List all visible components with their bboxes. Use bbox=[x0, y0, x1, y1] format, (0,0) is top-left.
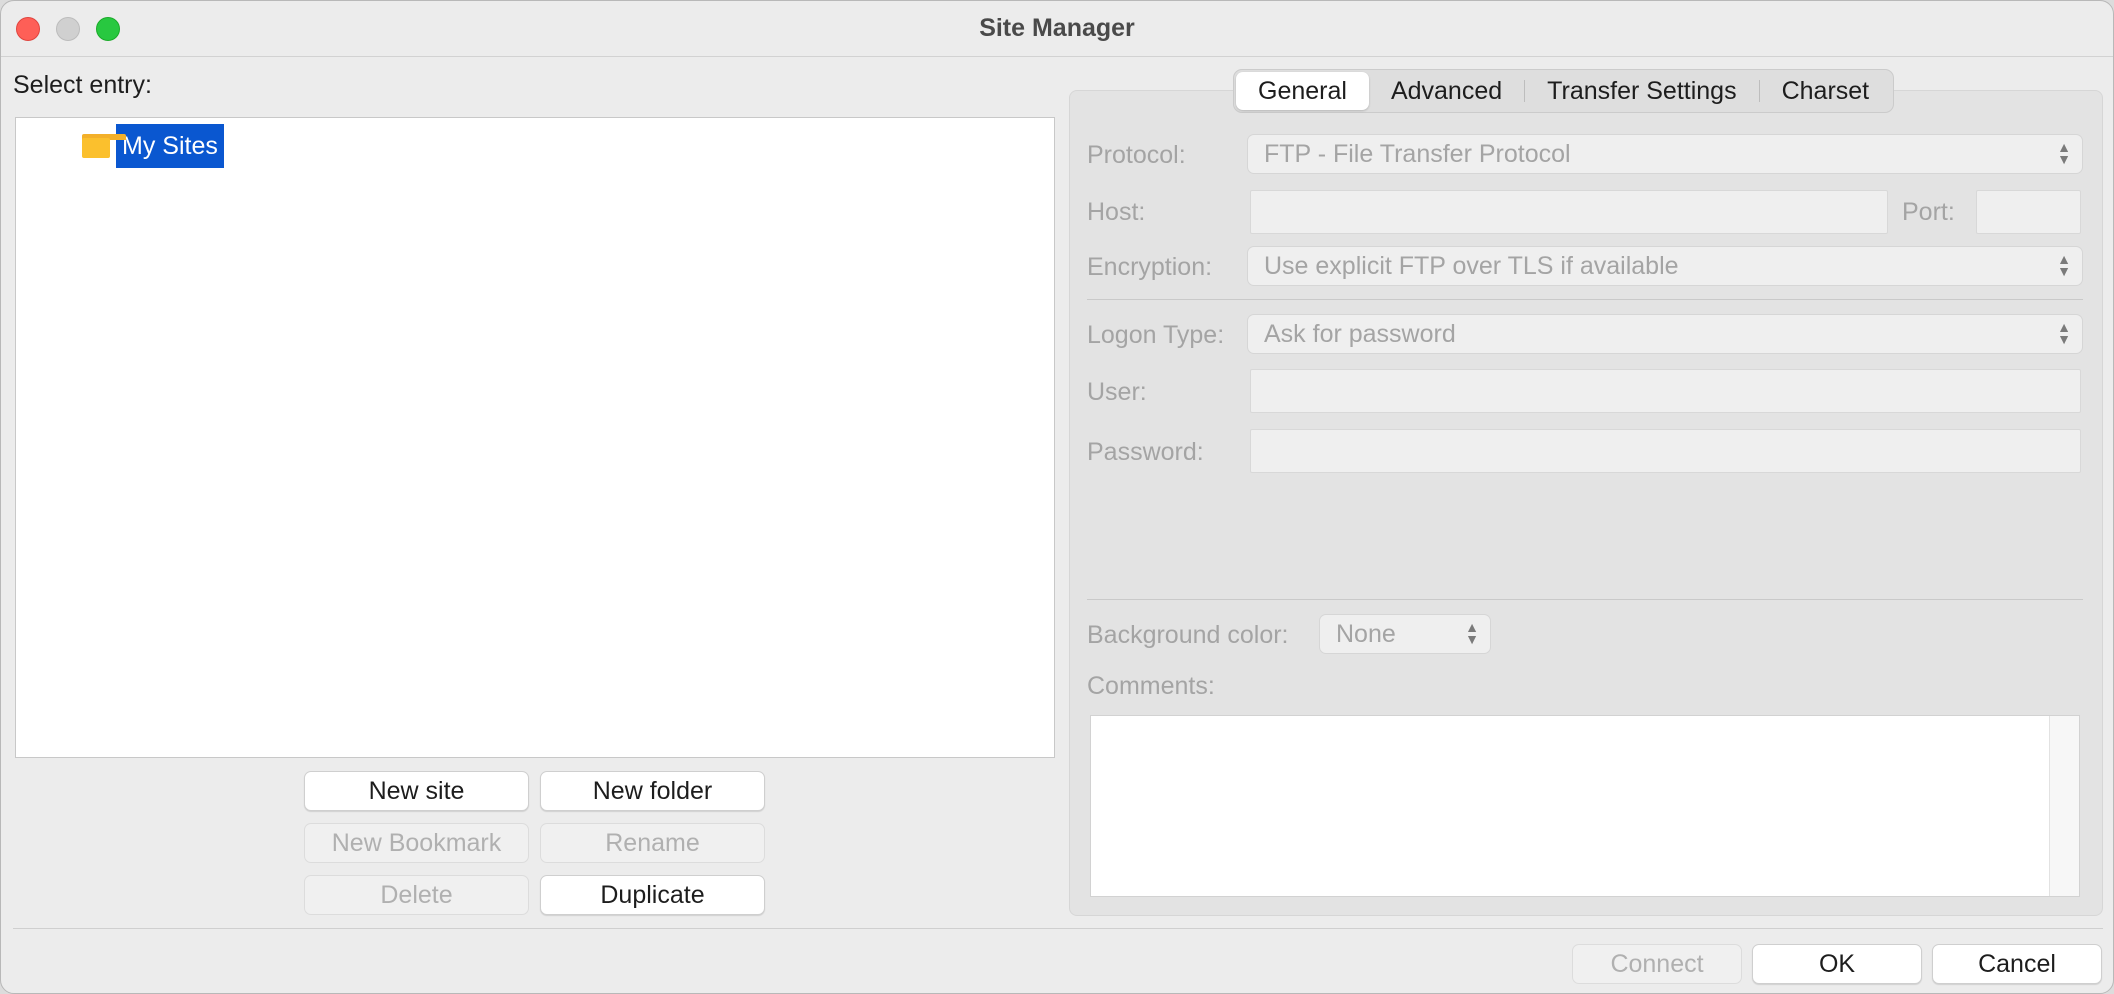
minimize-window-button[interactable] bbox=[56, 17, 80, 41]
new-bookmark-button[interactable]: New Bookmark bbox=[304, 823, 529, 863]
ok-button[interactable]: OK bbox=[1752, 944, 1922, 984]
comments-scrollbar[interactable] bbox=[2049, 716, 2079, 896]
rename-button[interactable]: Rename bbox=[540, 823, 765, 863]
comments-label: Comments: bbox=[1087, 672, 1215, 700]
chevron-updown-icon: ▲ ▼ bbox=[2057, 251, 2071, 279]
encryption-label: Encryption: bbox=[1087, 253, 1213, 281]
host-input[interactable] bbox=[1250, 190, 1888, 234]
password-label: Password: bbox=[1087, 438, 1204, 466]
tab-general[interactable]: General bbox=[1236, 72, 1369, 110]
comments-textarea[interactable] bbox=[1090, 715, 2080, 897]
logon-type-label: Logon Type: bbox=[1087, 321, 1225, 349]
protocol-label: Protocol: bbox=[1087, 141, 1186, 169]
tab-transfer-settings[interactable]: Transfer Settings bbox=[1525, 72, 1758, 110]
site-manager-window: Site Manager Select entry: My Sites New … bbox=[0, 0, 2114, 994]
logon-type-value: Ask for password bbox=[1264, 320, 1456, 348]
protocol-value: FTP - File Transfer Protocol bbox=[1264, 140, 1571, 168]
port-input[interactable] bbox=[1976, 190, 2081, 234]
divider bbox=[1087, 599, 2083, 600]
footer-divider bbox=[13, 928, 2103, 929]
tab-advanced[interactable]: Advanced bbox=[1369, 72, 1524, 110]
background-color-value: None bbox=[1336, 620, 1396, 648]
chevron-updown-icon: ▲ ▼ bbox=[1465, 619, 1479, 647]
cancel-button[interactable]: Cancel bbox=[1932, 944, 2102, 984]
select-entry-label: Select entry: bbox=[13, 71, 152, 99]
window-title: Site Manager bbox=[979, 14, 1135, 42]
delete-button[interactable]: Delete bbox=[304, 875, 529, 915]
port-label: Port: bbox=[1902, 198, 1955, 226]
user-input[interactable] bbox=[1250, 369, 2081, 413]
zoom-window-button[interactable] bbox=[96, 17, 120, 41]
logon-type-select[interactable]: Ask for password ▲ ▼ bbox=[1247, 314, 2083, 354]
user-label: User: bbox=[1087, 378, 1147, 406]
password-input[interactable] bbox=[1250, 429, 2081, 473]
encryption-select[interactable]: Use explicit FTP over TLS if available ▲… bbox=[1247, 246, 2083, 286]
tree-item-my-sites[interactable]: My Sites bbox=[82, 124, 224, 168]
new-site-button[interactable]: New site bbox=[304, 771, 529, 811]
title-bar: Site Manager bbox=[1, 1, 2113, 57]
tab-charset[interactable]: Charset bbox=[1760, 72, 1892, 110]
connect-button[interactable]: Connect bbox=[1572, 944, 1742, 984]
duplicate-button[interactable]: Duplicate bbox=[540, 875, 765, 915]
tab-bar: General Advanced Transfer Settings Chars… bbox=[1233, 69, 1895, 113]
host-label: Host: bbox=[1087, 198, 1146, 226]
folder-icon bbox=[82, 134, 126, 158]
protocol-select[interactable]: FTP - File Transfer Protocol ▲ ▼ bbox=[1247, 134, 2083, 174]
chevron-updown-icon: ▲ ▼ bbox=[2057, 139, 2071, 167]
background-color-label: Background color: bbox=[1087, 621, 1289, 649]
new-folder-button[interactable]: New folder bbox=[540, 771, 765, 811]
background-color-select[interactable]: None ▲ ▼ bbox=[1319, 614, 1491, 654]
site-tree[interactable]: My Sites bbox=[15, 117, 1055, 758]
close-window-button[interactable] bbox=[16, 17, 40, 41]
tree-item-label: My Sites bbox=[116, 124, 224, 168]
encryption-value: Use explicit FTP over TLS if available bbox=[1264, 252, 1679, 280]
divider bbox=[1087, 299, 2083, 300]
chevron-updown-icon: ▲ ▼ bbox=[2057, 319, 2071, 347]
